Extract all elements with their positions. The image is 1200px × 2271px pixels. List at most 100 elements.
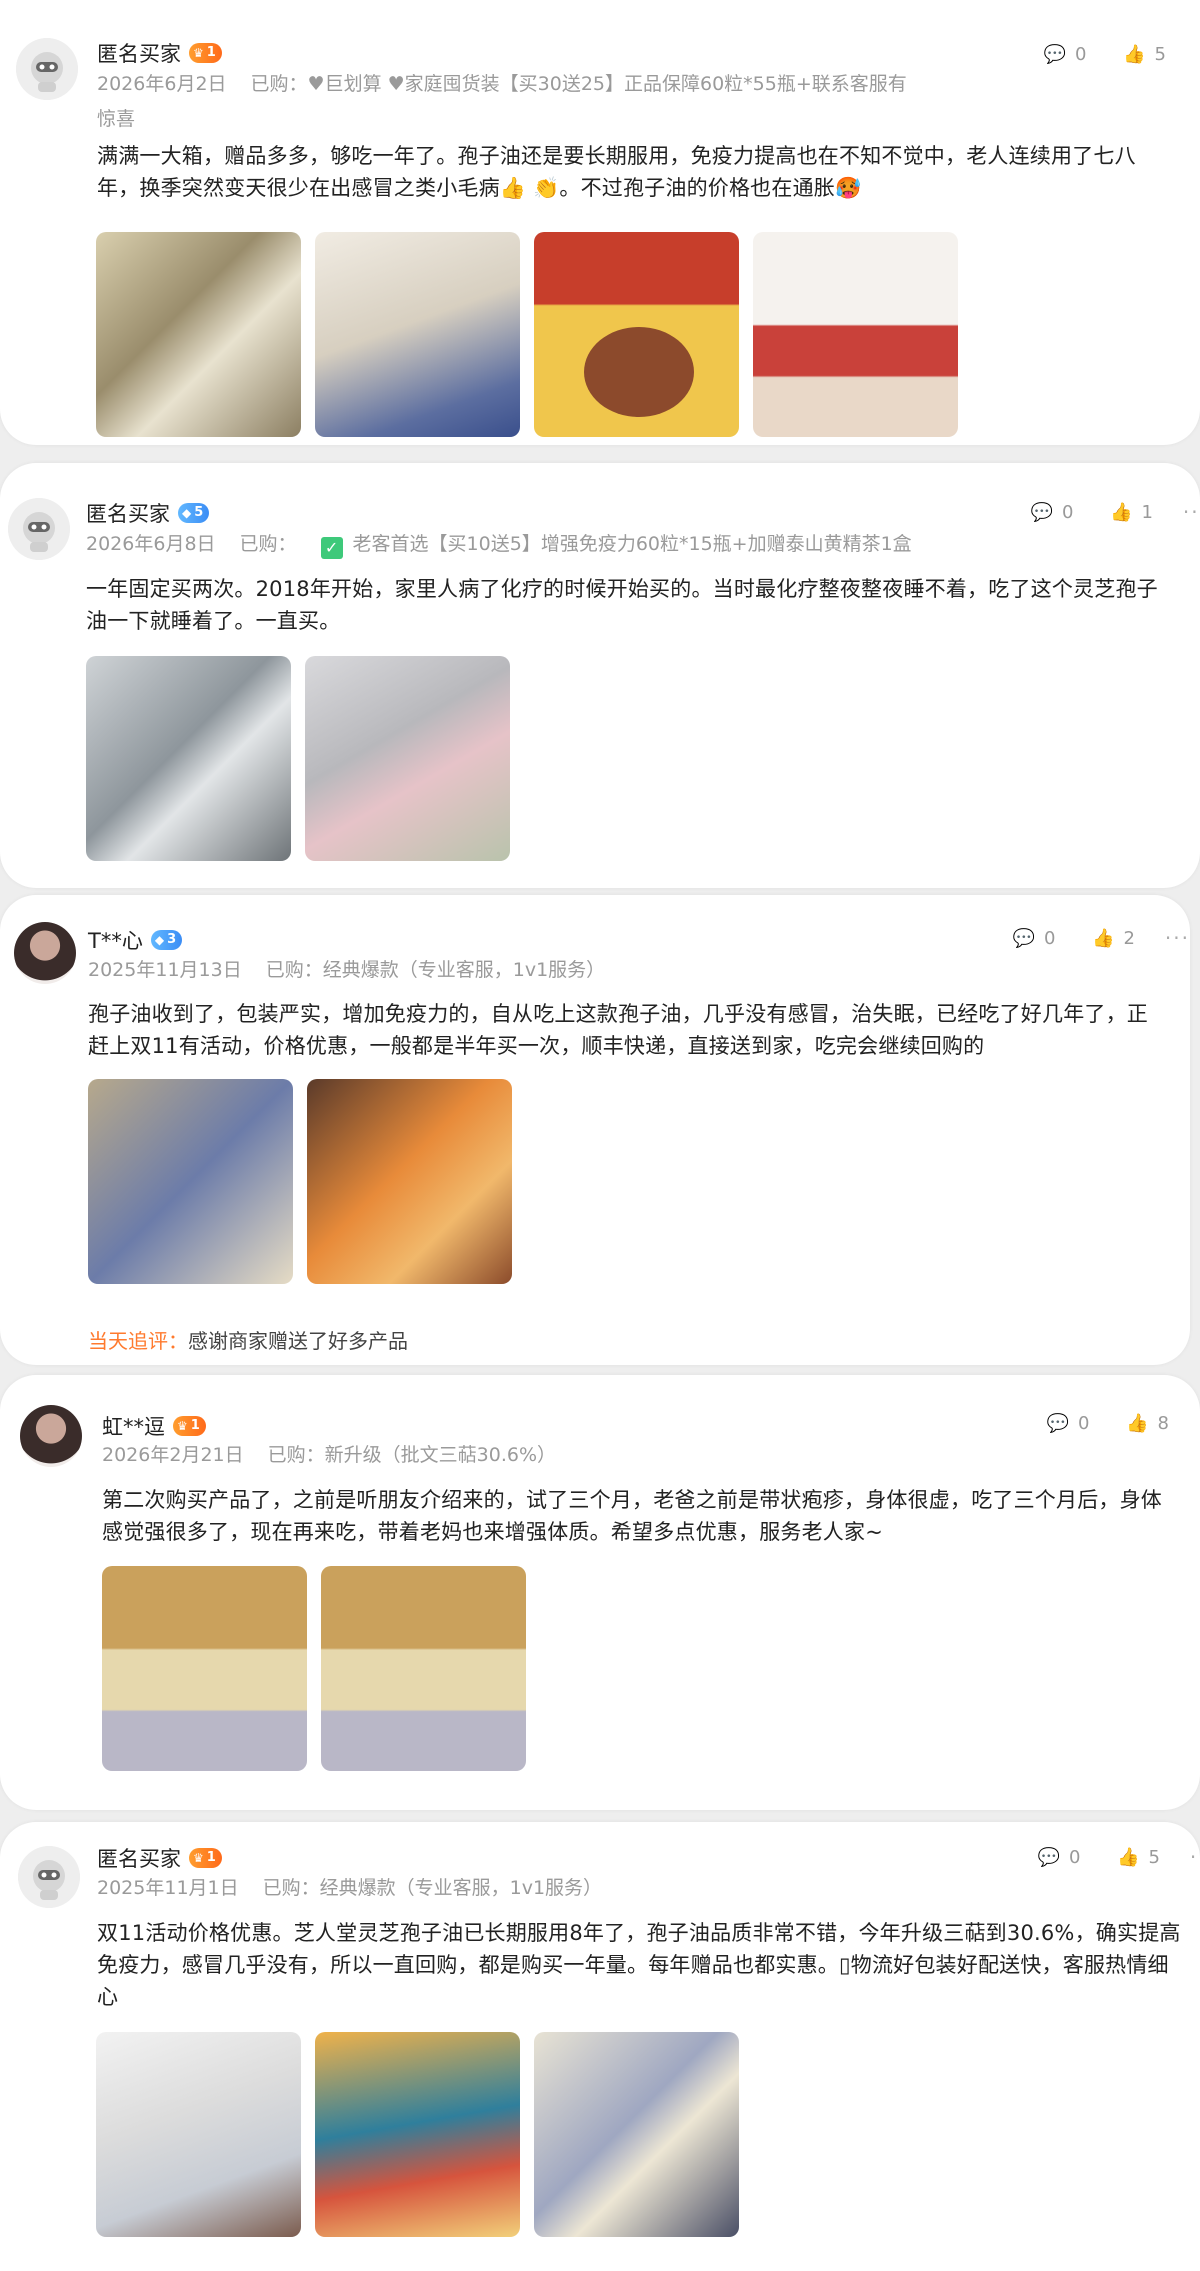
followup-review: 当天追评：感谢商家赠送了好多产品 xyxy=(88,1325,408,1354)
avatar[interactable] xyxy=(20,1405,82,1467)
robot-avatar-icon xyxy=(18,1846,80,1908)
purchased-label: 已购： xyxy=(267,1444,325,1466)
review-meta: 2025年11月13日 已购：经典爆款（专业客服，1v1服务） xyxy=(88,954,605,986)
purchased-variant: 新升级（批文三萜30.6%） xyxy=(324,1444,556,1466)
review-photo[interactable] xyxy=(753,232,958,437)
purchased-variant-continued: 惊喜 xyxy=(97,108,136,130)
followup-label: 当天追评： xyxy=(88,1329,188,1353)
review-photo[interactable] xyxy=(305,656,510,861)
avatar[interactable] xyxy=(18,1846,80,1908)
review-photos xyxy=(96,232,958,437)
comment-count: 0 xyxy=(1078,1412,1090,1434)
level-badge: ♛ 1 xyxy=(189,1848,222,1868)
review-photos xyxy=(102,1566,526,1771)
review-date: 2025年11月1日 xyxy=(97,1877,239,1899)
review-photos xyxy=(86,656,510,861)
more-icon[interactable]: ··· xyxy=(1183,500,1200,524)
review-actions: 💬 0 👍 8 xyxy=(1046,1411,1169,1435)
purchased-label: 已购： xyxy=(250,73,308,95)
review-photo[interactable] xyxy=(534,2032,739,2237)
review-meta: 2026年2月21日 已购：新升级（批文三萜30.6%） xyxy=(102,1439,556,1471)
review-actions: 💬 0 👍 5 ··· xyxy=(1037,1845,1200,1869)
review-text: 第二次购买产品了，之前是听朋友介绍来的，试了三个月，老爸之前是带状疱疹，身体很虚… xyxy=(102,1488,1162,1544)
comment-count: 0 xyxy=(1044,927,1056,949)
like-count: 8 xyxy=(1157,1412,1169,1434)
review-photos xyxy=(88,1079,512,1284)
comment-count: 0 xyxy=(1069,1846,1081,1868)
check-icon: ✓ xyxy=(320,537,343,559)
user-name[interactable]: T**心 ◆ 3 xyxy=(88,925,183,955)
review-date: 2026年6月2日 xyxy=(97,73,227,95)
review-date: 2026年2月21日 xyxy=(102,1444,244,1466)
more-icon[interactable]: ··· xyxy=(1165,926,1190,950)
crown-icon: ♛ xyxy=(177,1419,188,1433)
avatar[interactable] xyxy=(14,922,76,984)
thumbs-up-icon[interactable]: 👍 xyxy=(1125,1411,1149,1435)
diamond-icon: ◆ xyxy=(182,506,192,520)
review-photo[interactable] xyxy=(96,2032,301,2237)
comment-count: 0 xyxy=(1075,43,1087,65)
comment-icon[interactable]: 💬 xyxy=(1037,1845,1061,1869)
review-actions: 💬 0 👍 5 xyxy=(1043,42,1166,66)
comment-count: 0 xyxy=(1062,501,1074,523)
review-actions: 💬 0 👍 2 ··· xyxy=(1012,926,1190,950)
review-text: 双11活动价格优惠。芝人堂灵芝孢子油已长期服用8年了，孢子油品质非常不错，今年升… xyxy=(97,1921,1181,2009)
comment-icon[interactable]: 💬 xyxy=(1043,42,1067,66)
comment-icon[interactable]: 💬 xyxy=(1012,926,1036,950)
user-name-text: 虹**逗 xyxy=(102,1415,165,1439)
thumbs-up-icon[interactable]: 👍 xyxy=(1116,1845,1140,1869)
level-badge: ◆ 3 xyxy=(150,930,183,950)
purchased-variant: 经典爆款（专业客服，1v1服务） xyxy=(322,959,606,981)
thumbs-up-icon[interactable]: 👍 xyxy=(1109,500,1133,524)
review-photo[interactable] xyxy=(307,1079,512,1284)
more-icon[interactable]: ··· xyxy=(1190,1845,1200,1869)
purchased-label: 已购： xyxy=(239,533,297,555)
like-count: 5 xyxy=(1154,43,1166,65)
diamond-icon: ◆ xyxy=(154,933,165,947)
level-badge: ♛ 1 xyxy=(189,43,222,63)
like-count: 5 xyxy=(1148,1846,1160,1868)
review-photo[interactable] xyxy=(321,1566,526,1771)
review-photo[interactable] xyxy=(315,232,520,437)
user-name-text: 匿名买家 xyxy=(97,42,181,66)
review-text: 满满一大箱，赠品多多，够吃一年了。孢子油还是要长期服用，免疫力提高也在不知不觉中… xyxy=(97,144,1136,200)
review-text: 孢子油收到了，包装严实，增加免疫力的，自从吃上这款孢子油，几乎没有感冒，治失眠，… xyxy=(88,1002,1148,1058)
user-name[interactable]: 匿名买家 ♛ 1 xyxy=(97,1843,222,1873)
review-text: 一年固定买两次。2018年开始，家里人病了化疗的时候开始买的。当时最化疗整夜整夜… xyxy=(86,577,1158,633)
purchased-variant: ♥巨划算 ♥家庭囤货装【买30送25】正品保障60粒*55瓶+联系客服有 xyxy=(307,73,907,95)
review-meta: 2026年6月2日 已购：♥巨划算 ♥家庭囤货装【买30送25】正品保障60粒*5… xyxy=(97,68,907,100)
review-meta: 2025年11月1日 已购：经典爆款（专业客服，1v1服务） xyxy=(97,1872,602,1904)
comment-icon[interactable]: 💬 xyxy=(1030,500,1054,524)
avatar[interactable] xyxy=(16,38,78,100)
review-photo[interactable] xyxy=(102,1566,307,1771)
avatar[interactable] xyxy=(8,498,70,560)
user-name[interactable]: 匿名买家 ♛ 1 xyxy=(97,38,222,68)
robot-avatar-icon xyxy=(16,38,78,100)
review-date: 2026年6月8日 xyxy=(86,533,216,555)
crown-icon: ♛ xyxy=(193,46,204,60)
like-count: 2 xyxy=(1123,927,1135,949)
thumbs-up-icon[interactable]: 👍 xyxy=(1122,42,1146,66)
review-photo[interactable] xyxy=(315,2032,520,2237)
review-photo[interactable] xyxy=(86,656,291,861)
review-actions: 💬 0 👍 1 ··· xyxy=(1030,500,1200,524)
purchased-variant: 经典爆款（专业客服，1v1服务） xyxy=(319,1877,603,1899)
purchased-label: 已购： xyxy=(262,1877,320,1899)
purchased-label: 已购： xyxy=(265,959,323,981)
comment-icon[interactable]: 💬 xyxy=(1046,1411,1070,1435)
thumbs-up-icon[interactable]: 👍 xyxy=(1091,926,1115,950)
review-photo[interactable] xyxy=(534,232,739,437)
level-badge: ◆ 5 xyxy=(178,503,210,523)
user-name[interactable]: 虹**逗 ♛ 1 xyxy=(102,1411,206,1441)
review-meta: 2026年6月8日 已购： ✓ 老客首选【买10送5】增强免疫力60粒*15瓶+加赠泰… xyxy=(86,528,912,560)
level-badge: ♛ 1 xyxy=(173,1416,206,1436)
user-name-text: T**心 xyxy=(88,929,143,953)
followup-text: 感谢商家赠送了好多产品 xyxy=(188,1329,408,1353)
robot-avatar-icon xyxy=(8,498,70,560)
user-name-text: 匿名买家 xyxy=(97,1847,181,1871)
crown-icon: ♛ xyxy=(193,1851,204,1865)
review-photo[interactable] xyxy=(96,232,301,437)
user-name[interactable]: 匿名买家 ◆ 5 xyxy=(86,498,210,528)
review-photo[interactable] xyxy=(88,1079,293,1284)
review-date: 2025年11月13日 xyxy=(88,959,242,981)
